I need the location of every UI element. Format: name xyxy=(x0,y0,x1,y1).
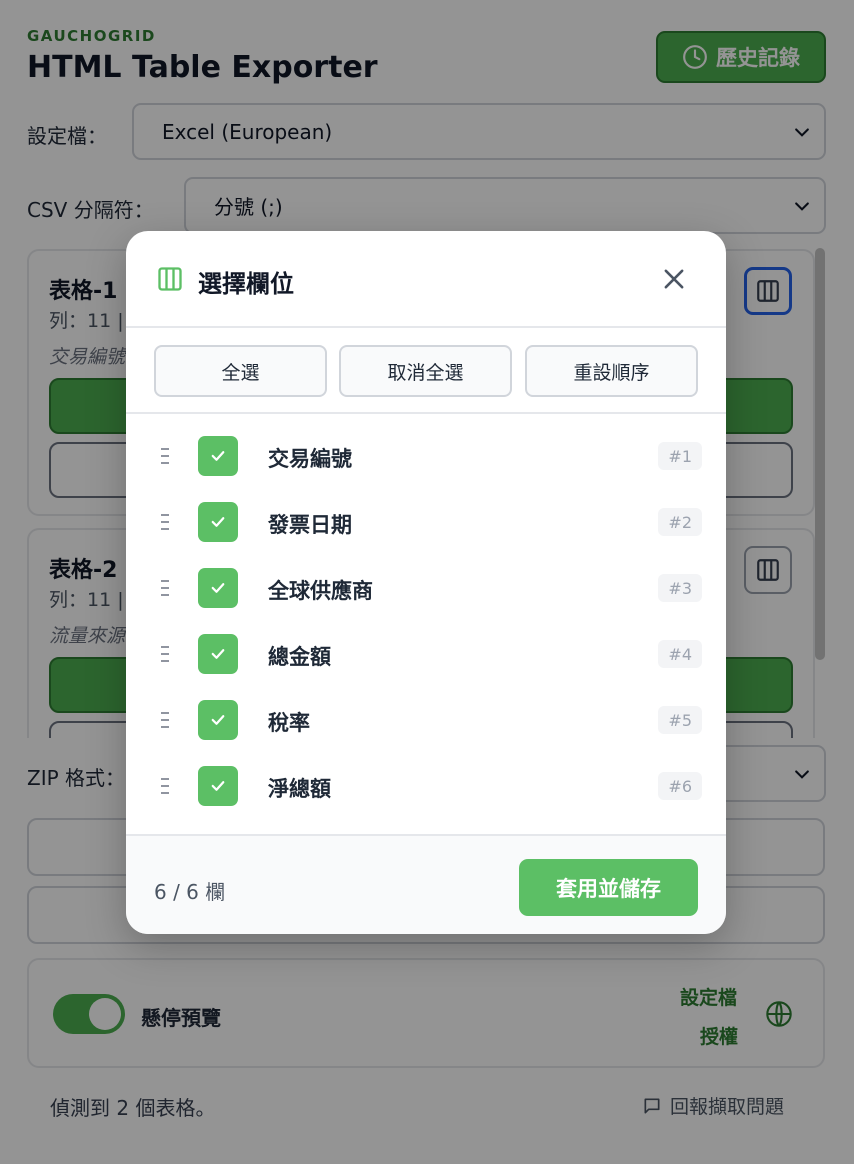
dialog-header: 選擇欄位 xyxy=(126,231,726,328)
apply-and-save-button[interactable]: 套用並儲存 xyxy=(519,859,698,916)
column-index-badge: #3 xyxy=(658,574,702,602)
columns-icon xyxy=(158,267,182,291)
drag-handle-icon[interactable] xyxy=(160,644,170,664)
column-index-badge: #2 xyxy=(658,508,702,536)
column-name: 總金額 xyxy=(268,645,331,669)
column-chooser-dialog: 選擇欄位 全選 取消全選 重設順序 交易編號 #1 發票日期 #2 全球供應商 … xyxy=(126,231,726,934)
column-checkbox[interactable] xyxy=(198,436,238,476)
column-index-badge: #5 xyxy=(658,706,702,734)
column-row[interactable]: 稅率 #5 xyxy=(126,690,726,750)
column-name: 淨總額 xyxy=(268,777,331,801)
drag-handle-icon[interactable] xyxy=(160,512,170,532)
column-row[interactable]: 總金額 #4 xyxy=(126,624,726,684)
bulk-actions: 全選 取消全選 重設順序 xyxy=(126,328,726,414)
drag-handle-icon[interactable] xyxy=(160,710,170,730)
column-name: 全球供應商 xyxy=(268,579,373,603)
column-index-badge: #4 xyxy=(658,640,702,668)
column-row[interactable]: 交易編號 #1 xyxy=(126,426,726,486)
deselect-all-button[interactable]: 取消全選 xyxy=(339,345,512,397)
check-icon xyxy=(211,517,225,527)
drag-handle-icon[interactable] xyxy=(160,446,170,466)
column-checkbox[interactable] xyxy=(198,568,238,608)
check-icon xyxy=(211,583,225,593)
column-row[interactable]: 全球供應商 #3 xyxy=(126,558,726,618)
column-index-badge: #1 xyxy=(658,442,702,470)
check-icon xyxy=(211,715,225,725)
check-icon xyxy=(211,649,225,659)
column-row[interactable]: 淨總額 #6 xyxy=(126,756,726,816)
dialog-footer: 6 / 6 欄 套用並儲存 xyxy=(126,834,726,934)
check-icon xyxy=(211,781,225,791)
column-name: 發票日期 xyxy=(268,513,352,537)
dialog-title: 選擇欄位 xyxy=(198,270,294,298)
column-name: 交易編號 xyxy=(268,447,352,471)
column-name: 稅率 xyxy=(268,711,310,735)
column-checkbox[interactable] xyxy=(198,700,238,740)
close-icon[interactable] xyxy=(660,265,688,293)
drag-handle-icon[interactable] xyxy=(160,578,170,598)
column-checkbox[interactable] xyxy=(198,634,238,674)
select-all-button[interactable]: 全選 xyxy=(154,345,327,397)
reset-order-button[interactable]: 重設順序 xyxy=(525,345,698,397)
column-row[interactable]: 發票日期 #2 xyxy=(126,492,726,552)
column-checkbox[interactable] xyxy=(198,766,238,806)
selected-column-count: 6 / 6 欄 xyxy=(154,880,226,904)
drag-handle-icon[interactable] xyxy=(160,776,170,796)
check-icon xyxy=(211,451,225,461)
column-index-badge: #6 xyxy=(658,772,702,800)
column-checkbox[interactable] xyxy=(198,502,238,542)
